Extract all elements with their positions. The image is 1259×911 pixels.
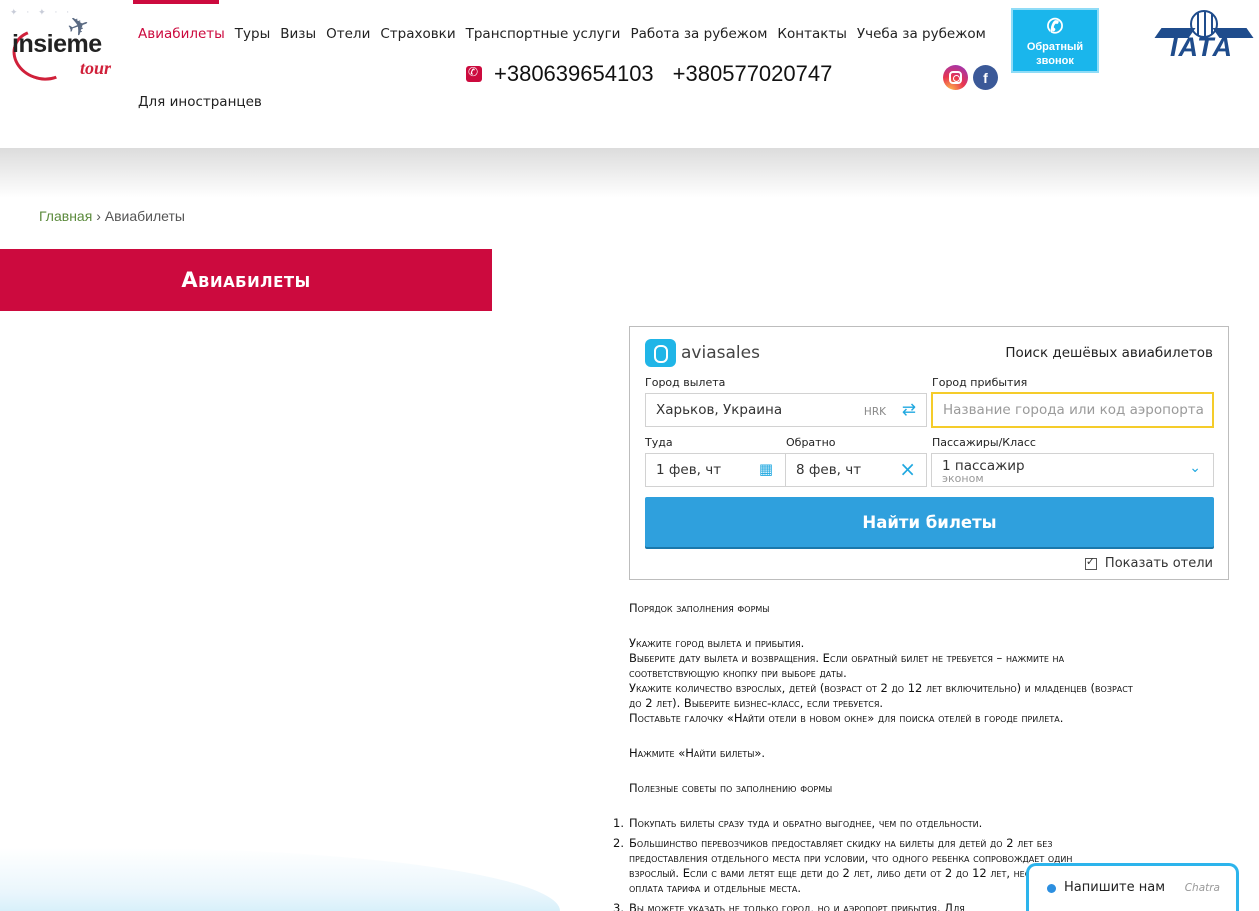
tips-heading: Полезные советы по заполнению формы (629, 781, 833, 795)
instructions-heading: Порядок заполнения формы (629, 601, 770, 615)
clear-return-icon[interactable]: × (899, 457, 916, 481)
breadcrumb-separator: › (96, 208, 101, 224)
breadcrumb-current: Авиабилеты (104, 208, 185, 224)
callback-label-line2: звонок (1036, 55, 1074, 67)
chat-prompt: Напишите нам (1064, 880, 1166, 895)
nav-item-contacts[interactable]: Контакты (777, 26, 846, 42)
instruction-step: Укажите количество взрослых, детей (возр… (629, 681, 1133, 695)
nav-item-foreigners[interactable]: Для иностранцев (138, 94, 262, 110)
nav-active-indicator (133, 0, 219, 4)
list-item-line: Большинство перевозчиков предоставляет с… (629, 836, 1053, 850)
depart-date-field[interactable]: 1 фев, чт ▦ (645, 453, 786, 487)
page-title: Авиабилеты (181, 268, 311, 292)
logo-brand-text: insieme (12, 30, 102, 58)
instruction-step: до 2 лет). Выберите бизнес-класс, если т… (629, 696, 884, 710)
iata-logo: IATA (1154, 10, 1254, 70)
nav-item-hotels[interactable]: Отели (326, 26, 370, 42)
chat-widget[interactable]: Напишите нам Chatra (1026, 863, 1239, 911)
online-status-dot (1047, 884, 1056, 893)
chevron-down-icon[interactable]: ⌄ (1189, 460, 1201, 476)
passengers-class: эконом (942, 472, 984, 485)
flight-search-widget: aviasales Поиск дешёвых авиабилетов Горо… (629, 326, 1229, 580)
show-hotels-option[interactable]: Показать отели (1084, 555, 1213, 571)
instruction-step: Укажите город вылета и прибытия. (629, 636, 805, 650)
phone-numbers: +380639654103 +380577020747 (466, 61, 851, 87)
list-item-number: 3. (613, 901, 624, 911)
chat-brand: Chatra (1184, 882, 1220, 894)
show-hotels-checkbox[interactable] (1084, 555, 1097, 570)
nav-item-visas[interactable]: Визы (280, 26, 316, 42)
instagram-icon[interactable] (943, 65, 968, 90)
instruction-step: соответствующую кнопку при выборе даты. (629, 666, 847, 680)
widget-tagline: Поиск дешёвых авиабилетов (1005, 345, 1213, 361)
list-item-number: 2. (613, 836, 624, 850)
instruction-press: Нажмите «Найти билеты». (629, 746, 766, 760)
nav-item-work-abroad[interactable]: Работа за рубежом (630, 26, 767, 42)
breadcrumb: Главная › Авиабилеты (39, 208, 185, 224)
search-flights-button[interactable]: Найти билеты (645, 497, 1214, 547)
show-hotels-label: Показать отели (1104, 556, 1213, 571)
instruction-step: Выберите дату вылета и возвращения. Если… (629, 651, 1065, 665)
passengers-select[interactable]: 1 пассажир эконом ⌄ (931, 453, 1214, 487)
nav-item-tours[interactable]: Туры (235, 26, 270, 42)
to-label: Город прибытия (932, 376, 1028, 389)
swap-cities-icon[interactable]: ⇄ (902, 400, 916, 420)
page-title-bar: Авиабилеты (0, 249, 492, 311)
list-item-line: Покупать билеты сразу туда и обратно выг… (629, 816, 983, 830)
callback-label-line1: Обратный (1026, 41, 1084, 53)
site-logo[interactable]: ✦ · ✦ · · ✈ insieme tour (5, 8, 122, 89)
instruction-step: Поставьте галочку «Найти отели в новом о… (629, 711, 1064, 725)
to-field[interactable] (931, 392, 1214, 428)
return-date-value: 8 фев, чт (796, 462, 862, 478)
breadcrumb-home[interactable]: Главная (39, 208, 92, 224)
site-header: ✦ · ✦ · · ✈ insieme tour Авиабилеты Туры… (0, 0, 1259, 148)
nav-item-transport[interactable]: Транспортные услуги (466, 26, 621, 42)
list-item-number: 1. (613, 816, 624, 830)
nav-item-avia[interactable]: Авиабилеты (138, 26, 225, 42)
from-label: Город вылета (645, 376, 726, 389)
calendar-icon[interactable]: ▦ (759, 460, 773, 478)
header-shadow (0, 148, 1259, 198)
from-airport-code: HRK (863, 406, 886, 418)
nav-item-insurance[interactable]: Страховки (380, 26, 455, 42)
aviasales-brand: aviasales (681, 343, 760, 363)
nav-item-study-abroad[interactable]: Учеба за рубежом (857, 26, 986, 42)
phone-number-2[interactable]: +380577020747 (673, 61, 833, 87)
aviasales-logo[interactable]: aviasales (645, 339, 760, 367)
phone-call-icon: ✆ (1046, 16, 1064, 38)
phone-icon (466, 65, 482, 82)
callback-button[interactable]: ✆ Обратный звонок (1011, 8, 1099, 73)
footer-wave-decoration (0, 848, 560, 911)
phone-number-1[interactable]: +380639654103 (494, 61, 654, 87)
to-input[interactable] (943, 402, 1212, 418)
social-links: f (943, 65, 1003, 90)
aviasales-logo-icon (645, 339, 676, 367)
list-item: 1. Покупать билеты сразу туда и обратно … (613, 816, 1229, 831)
depart-date-value: 1 фев, чт (656, 462, 722, 478)
iata-label: IATA (1170, 32, 1233, 62)
facebook-icon[interactable]: f (973, 65, 998, 90)
main-nav: Авиабилеты Туры Визы Отели Страховки Тра… (138, 26, 996, 42)
depart-label: Туда (645, 436, 673, 449)
logo-brand-subtext: tour (80, 58, 112, 78)
passengers-label: Пассажиры/Класс (932, 436, 1036, 449)
return-label: Обратно (786, 436, 836, 449)
return-date-field[interactable]: 8 фев, чт × (785, 453, 927, 487)
from-field[interactable]: HRK ⇄ (645, 393, 927, 427)
